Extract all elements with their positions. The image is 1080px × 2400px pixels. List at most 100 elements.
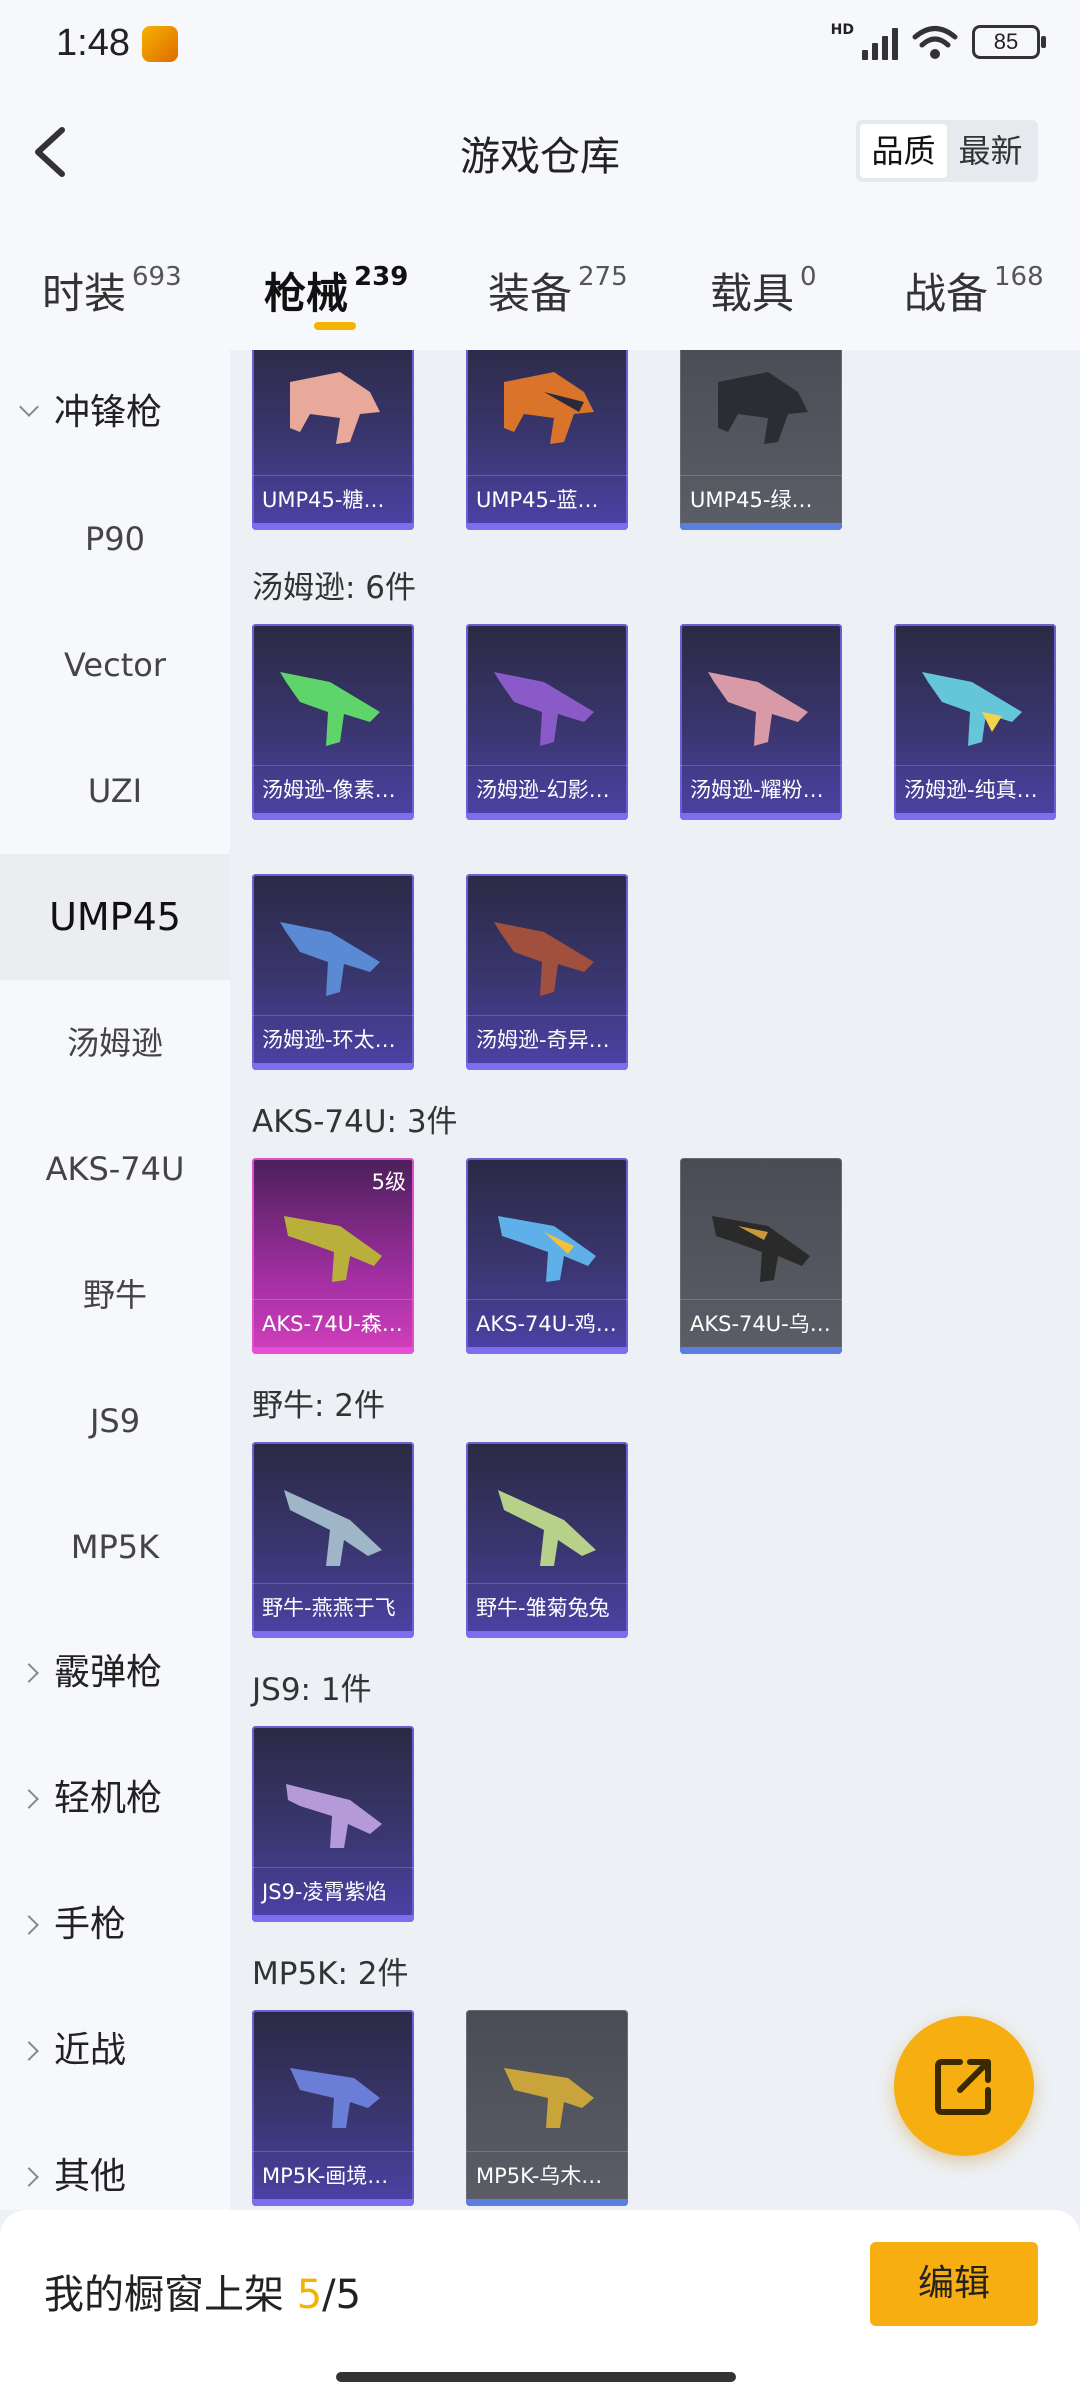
item-card[interactable]: 汤姆逊-纯真… — [894, 624, 1056, 820]
item-card[interactable]: MP5K-画境… — [252, 2010, 414, 2206]
rarity-bar — [466, 2199, 628, 2206]
tab-supplies[interactable]: 战备 168 — [904, 260, 1044, 321]
item-card[interactable]: UMP45-绿… — [680, 350, 842, 530]
tab-label: 装备 — [488, 269, 573, 318]
sidebar-item-thompson[interactable]: 汤姆逊 — [0, 980, 230, 1106]
item-card[interactable]: 汤姆逊-耀粉… — [680, 624, 842, 820]
item-card[interactable]: 汤姆逊-像素… — [252, 624, 414, 820]
weapon-skin-image — [280, 922, 380, 996]
item-card[interactable]: 汤姆逊-奇异… — [466, 874, 628, 1070]
item-card[interactable]: 汤姆逊-环太… — [252, 874, 414, 1070]
sort-quality-button[interactable]: 品质 — [860, 124, 947, 178]
item-name: 汤姆逊-奇异… — [466, 1015, 628, 1063]
header: 游戏仓库 品质 最新 — [0, 90, 1080, 210]
weapon-skin-image — [280, 672, 380, 746]
tab-equipment[interactable]: 装备 275 — [488, 260, 628, 321]
weapon-skin-image — [290, 2068, 380, 2128]
tab-count: 168 — [994, 262, 1044, 292]
chevron-right-icon — [19, 1789, 39, 1809]
sidebar-group-label: 手枪 — [54, 1904, 127, 1945]
tab-fashion[interactable]: 时装 693 — [42, 260, 182, 321]
item-card[interactable]: 野牛-燕燕于飞 — [252, 1442, 414, 1638]
active-tab-indicator — [314, 322, 356, 330]
clock: 1:48 — [56, 22, 130, 64]
rarity-bar — [680, 1347, 842, 1354]
sidebar-item-ump45[interactable]: UMP45 — [0, 854, 230, 980]
edit-button[interactable]: 编辑 — [870, 2242, 1038, 2326]
item-name: AKS-74U-森… — [252, 1299, 414, 1347]
weapon-skin-image — [708, 672, 808, 746]
sidebar-group-melee[interactable]: 近战 — [0, 1988, 230, 2114]
share-icon — [935, 2059, 991, 2115]
sort-newest-button[interactable]: 最新 — [947, 124, 1034, 178]
weapon-skin-image — [494, 922, 594, 996]
sidebar-group-pistol[interactable]: 手枪 — [0, 1862, 230, 1988]
chevron-right-icon — [19, 2041, 39, 2061]
sidebar-group-shotgun[interactable]: 霰弹枪 — [0, 1610, 230, 1736]
rarity-bar — [466, 1063, 628, 1070]
rarity-bar — [680, 813, 842, 820]
item-card[interactable]: 野牛-雏菊兔兔 — [466, 1442, 628, 1638]
tab-count: 693 — [132, 262, 182, 292]
weapon-skin-image — [284, 1490, 382, 1566]
sidebar-item-js9[interactable]: JS9 — [0, 1358, 230, 1484]
rarity-bar — [252, 1347, 414, 1354]
item-card[interactable]: AKS-74U-鸡… — [466, 1158, 628, 1354]
item-card[interactable]: 5级 AKS-74U-森… — [252, 1158, 414, 1354]
weapon-skin-image — [498, 1490, 596, 1566]
tab-count: 239 — [354, 262, 409, 292]
rarity-bar — [466, 1347, 628, 1354]
sidebar-group-smg[interactable]: 冲锋枪 — [0, 350, 230, 476]
item-name: UMP45-蓝… — [466, 475, 628, 523]
chevron-right-icon — [19, 1663, 39, 1683]
item-card[interactable]: MP5K-乌木… — [466, 2010, 628, 2206]
tab-label: 战备 — [904, 269, 989, 318]
item-name: MP5K-画境… — [252, 2151, 414, 2199]
sidebar-group-lmg[interactable]: 轻机枪 — [0, 1736, 230, 1862]
rarity-bar — [894, 813, 1056, 820]
status-icons: HD 85 — [831, 22, 1046, 60]
sidebar-group-other[interactable]: 其他 — [0, 2114, 230, 2210]
item-card[interactable]: AKS-74U-乌… — [680, 1158, 842, 1354]
sidebar-item-aks74u[interactable]: AKS-74U — [0, 1106, 230, 1232]
app-notification-icon — [142, 26, 178, 62]
chevron-right-icon — [19, 1915, 39, 1935]
tab-guns[interactable]: 枪械 239 — [264, 260, 408, 321]
item-card[interactable]: 汤姆逊-幻影… — [466, 624, 628, 820]
section-title-bison: 野牛: 2件 — [252, 1388, 386, 1424]
sidebar-item-mp5k[interactable]: MP5K — [0, 1484, 230, 1610]
item-card[interactable]: UMP45-蓝… — [466, 350, 628, 530]
sidebar-item-bison[interactable]: 野牛 — [0, 1232, 230, 1358]
section-title-aks74u: AKS-74U: 3件 — [252, 1104, 458, 1140]
weapon-skin-image — [286, 1784, 382, 1848]
sidebar-group-label: 霰弹枪 — [54, 1652, 163, 1693]
item-name: UMP45-糖… — [252, 475, 414, 523]
showcase-count: 我的橱窗上架 5/5 — [44, 2262, 361, 2320]
category-tabs: 时装 693 枪械 239 装备 275 载具 0 战备 168 — [0, 210, 1080, 350]
section-title-mp5k: MP5K: 2件 — [252, 1956, 409, 1992]
rarity-bar — [466, 523, 628, 530]
tab-vehicles[interactable]: 载具 0 — [710, 260, 817, 321]
item-card[interactable]: UMP45-糖… — [252, 350, 414, 530]
weapon-skin-image — [922, 672, 1022, 746]
sidebar-item-uzi[interactable]: UZI — [0, 728, 230, 854]
item-name: 汤姆逊-耀粉… — [680, 765, 842, 813]
weapon-skin-image — [504, 372, 594, 444]
item-name: 汤姆逊-环太… — [252, 1015, 414, 1063]
tab-label: 枪械 — [264, 269, 349, 318]
sidebar-item-p90[interactable]: P90 — [0, 476, 230, 602]
item-name: 野牛-雏菊兔兔 — [466, 1583, 628, 1631]
item-card[interactable]: JS9-凌霄紫焰 — [252, 1726, 414, 1922]
item-name: 汤姆逊-幻影… — [466, 765, 628, 813]
home-indicator[interactable] — [336, 2372, 736, 2382]
item-name: 汤姆逊-像素… — [252, 765, 414, 813]
share-button[interactable] — [894, 2016, 1034, 2156]
sidebar-group-label: 其他 — [54, 2156, 127, 2197]
weapon-skin-image — [284, 1216, 382, 1282]
tab-label: 载具 — [710, 269, 795, 318]
item-name: 汤姆逊-纯真… — [894, 765, 1056, 813]
wifi-icon — [912, 26, 958, 59]
item-name: AKS-74U-乌… — [680, 1299, 842, 1347]
rarity-bar — [466, 1631, 628, 1638]
sidebar-item-vector[interactable]: Vector — [0, 602, 230, 728]
